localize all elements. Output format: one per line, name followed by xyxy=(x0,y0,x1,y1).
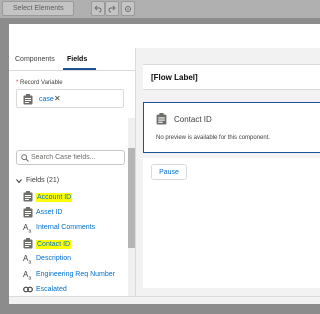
field-label: Contact ID xyxy=(36,239,72,249)
undo-icon xyxy=(94,5,102,12)
text-area-icon: Aa xyxy=(23,254,32,265)
chevron-down-icon xyxy=(16,178,22,183)
palette-scrollbar[interactable] xyxy=(128,118,135,296)
gear-icon xyxy=(125,5,131,12)
field-label: Account ID xyxy=(36,193,73,202)
pause-button[interactable]: Pause xyxy=(151,164,187,180)
active-tab-indicator xyxy=(63,68,96,70)
field-list-item[interactable]: Aa Engineering Req Number xyxy=(9,267,129,282)
id-card-icon xyxy=(156,113,167,125)
fields-section-label: Fields (21) xyxy=(26,177,60,184)
select-elements-button[interactable]: Select Elements xyxy=(2,1,74,16)
fields-section-header[interactable]: Fields (21) xyxy=(16,177,59,184)
field-list-item[interactable]: Account ID xyxy=(9,189,129,204)
field-list-item[interactable]: Aa Internal Comments xyxy=(9,220,129,235)
svg-text:a: a xyxy=(29,275,32,280)
svg-text:a: a xyxy=(29,260,32,265)
redo-button[interactable] xyxy=(105,1,119,16)
selected-component-card[interactable]: Contact ID No preview is available for t… xyxy=(143,102,320,153)
modal-body: Components Fields * Record Variable case… xyxy=(9,48,320,296)
id-card-icon xyxy=(23,191,33,202)
undo-button[interactable] xyxy=(91,1,105,16)
settings-button[interactable] xyxy=(121,1,135,16)
text-area-icon: Aa xyxy=(23,223,32,234)
screen-canvas: [Flow Label] Contact ID No preview is av… xyxy=(140,48,320,296)
component-preview-note: No preview is available for this compone… xyxy=(156,135,271,141)
search-input[interactable] xyxy=(31,152,123,163)
toggle-icon xyxy=(23,286,33,293)
modal-footer xyxy=(9,296,320,304)
field-label: Engineering Req Number xyxy=(36,270,115,278)
field-list-item[interactable]: Escalated xyxy=(9,282,129,296)
record-variable-label-text: Record Variable xyxy=(20,80,63,86)
record-variable-value: case xyxy=(39,96,54,103)
field-search xyxy=(16,150,125,165)
scrollbar-thumb[interactable] xyxy=(128,148,135,248)
modal-header xyxy=(9,24,320,48)
id-card-icon xyxy=(23,237,33,248)
record-variable-field[interactable]: case ✕ xyxy=(16,89,124,108)
record-variable-label: * Record Variable xyxy=(16,80,63,86)
search-icon xyxy=(21,154,29,162)
field-palette: Components Fields * Record Variable case… xyxy=(9,48,136,296)
required-marker: * xyxy=(16,80,19,86)
tab-components[interactable]: Components xyxy=(15,56,55,63)
text-area-icon: Aa xyxy=(23,270,32,280)
field-label: Description xyxy=(36,255,72,262)
field-label: Internal Comments xyxy=(36,224,96,231)
close-icon[interactable]: ✕ xyxy=(54,94,61,103)
screen-editor-modal: Components Fields * Record Variable case… xyxy=(9,24,320,304)
tab-fields[interactable]: Fields xyxy=(67,56,87,63)
id-card-icon xyxy=(23,206,33,217)
redo-icon xyxy=(108,5,116,12)
field-label: Escalated xyxy=(36,286,67,293)
variable-icon xyxy=(23,94,33,105)
builder-toolbar: Select Elements xyxy=(0,0,320,18)
field-label: Asset ID xyxy=(36,208,63,216)
flow-label: [Flow Label] xyxy=(151,73,198,82)
field-list-item[interactable]: Asset ID xyxy=(9,205,129,220)
palette-tabs: Components Fields xyxy=(9,48,135,71)
screen-footer: Pause xyxy=(143,158,320,288)
svg-text:a: a xyxy=(29,229,32,234)
flow-label-header: [Flow Label] xyxy=(143,64,320,90)
field-list-item[interactable]: Aa Description xyxy=(9,251,129,266)
component-title: Contact ID xyxy=(174,115,212,124)
field-list-item[interactable]: Contact ID xyxy=(9,236,129,251)
